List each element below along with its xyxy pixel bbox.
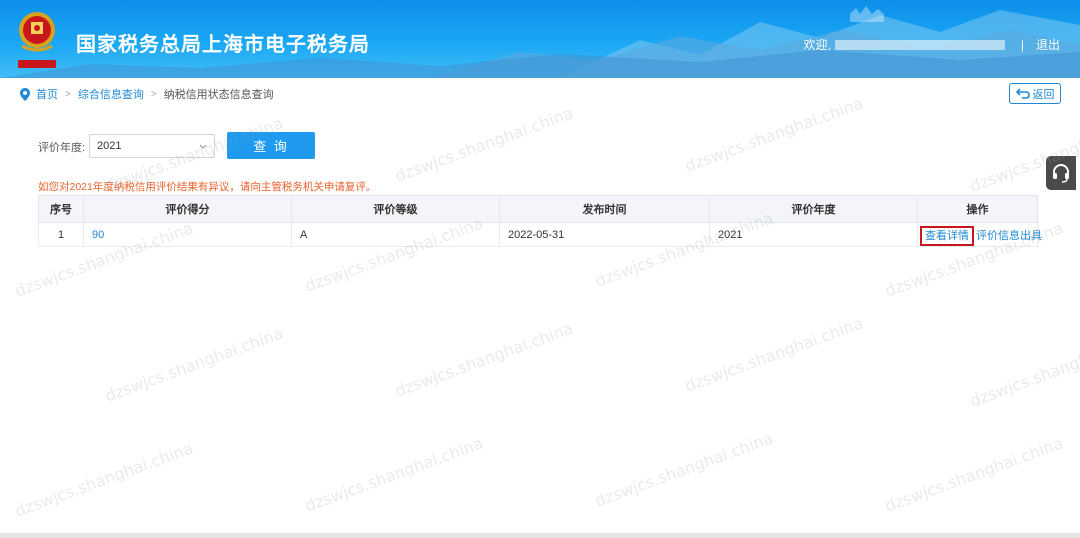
breadcrumb-home[interactable]: 首页 [36,86,58,102]
watermark-text: dzswjcs.shanghai.china [102,323,286,406]
back-button[interactable]: 返回 [1009,83,1061,104]
site-title: 国家税务总局上海市电子税务局 [76,34,370,56]
cell-index: 1 [38,222,84,247]
cell-grade: A [291,222,500,247]
watermark-text: dzswjcs.shanghai.china [302,433,486,516]
masked-username [834,39,1005,50]
column-header-publish-date: 发布时间 [499,195,710,223]
column-header-index: 序号 [38,195,84,223]
breadcrumb-chevron-icon: > [65,88,71,100]
user-bar: 欢迎, | 退出 [804,36,1060,53]
watermark-text: dzswjcs.shanghai.china [882,433,1066,516]
watermark-text: dzswjcs.shanghai.china [967,328,1080,411]
watermark-text: dzswjcs.shanghai.china [12,438,196,521]
watermark-text: dzswjcs.shanghai.china [592,428,776,511]
credit-result-table: 序号 评价得分 评价等级 发布时间 评价年度 操作 1 90 A 2022-05… [38,195,1042,247]
table-row: 1 90 A 2022-05-31 2021 查看详情 评价信息出具 [38,222,1042,247]
review-notice: 如您对2021年度纳税信用评价结果有异议，请向主管税务机关申请复评。 [38,181,377,193]
cell-score[interactable]: 90 [83,222,292,247]
watermark-text: dzswjcs.shanghai.china [682,313,866,396]
cell-year: 2021 [709,222,918,247]
table-header-row: 序号 评价得分 评价等级 发布时间 评价年度 操作 [38,195,1038,223]
watermark-text: dzswjcs.shanghai.china [392,318,576,401]
cell-actions: 查看详情 评价信息出具 [917,222,1042,247]
breadcrumb-current: 纳税信用状态信息查询 [163,89,274,101]
headset-icon [1053,164,1069,183]
location-pin-icon [20,87,30,101]
breadcrumb-info-query[interactable]: 综合信息查询 [78,86,144,102]
logout-link[interactable]: 退出 [1036,36,1060,53]
chevron-down-icon [199,144,207,149]
back-button-label: 返回 [1032,88,1055,101]
evaluation-year-label: 评价年度: [38,142,86,154]
watermark-text: dzswjcs.shanghai.china [392,103,576,186]
header-banner: 国家税务总局上海市电子税务局 欢迎, | 退出 [0,0,1080,78]
welcome-text: 欢迎, [803,38,831,52]
tax-emblem-icon [18,12,56,68]
column-header-year: 评价年度 [709,195,918,223]
query-button[interactable]: 查 询 [227,132,315,159]
evaluation-year-select[interactable]: 2021 [89,134,215,158]
user-bar-separator: | [1020,37,1024,52]
return-arrow-icon [1015,88,1030,99]
breadcrumb-chevron-icon: > [150,88,157,100]
column-header-grade: 评价等级 [291,195,500,223]
watermark-text: dzswjcs.shanghai.china [682,93,866,176]
column-header-actions: 操作 [917,195,1038,223]
issue-evaluation-link[interactable]: 评价信息出具 [976,230,1042,242]
cell-publish-date: 2022-05-31 [499,222,710,247]
breadcrumb: 首页 > 综合信息查询 > 纳税信用状态信息查询 [20,86,274,102]
view-details-link[interactable]: 查看详情 [920,225,974,246]
online-service-button[interactable] [1046,156,1076,190]
column-header-score: 评价得分 [83,195,292,223]
page-bottom-border [0,533,1080,538]
year-select-value: 2021 [97,140,122,152]
